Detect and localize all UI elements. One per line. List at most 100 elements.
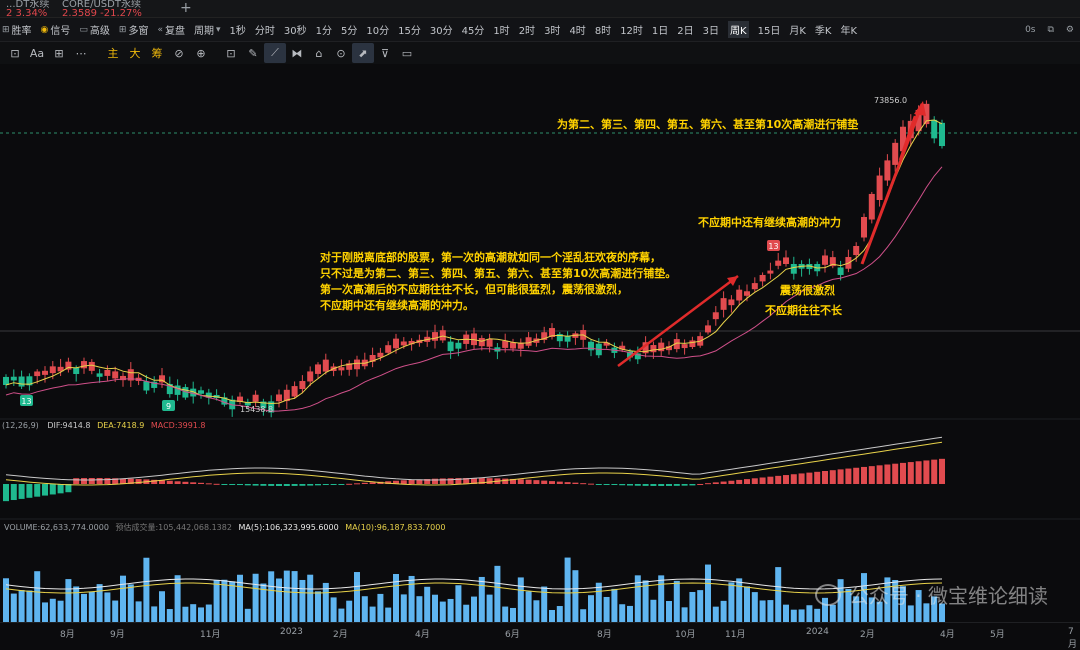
candle[interactable]: [751, 283, 758, 290]
multi-window-button[interactable]: ⊞ 多窗: [119, 22, 149, 38]
candle[interactable]: [112, 371, 119, 379]
period-30s[interactable]: 30秒: [284, 22, 307, 37]
candle[interactable]: [385, 345, 392, 353]
candle[interactable]: [439, 330, 446, 341]
period-45m[interactable]: 45分: [462, 22, 485, 37]
candle[interactable]: [868, 193, 875, 220]
layers-icon[interactable]: ⊡: [220, 43, 242, 63]
rectangle-icon[interactable]: ▭: [396, 43, 418, 63]
period-4h[interactable]: 4时: [569, 22, 585, 37]
candle[interactable]: [10, 376, 17, 381]
candle[interactable]: [3, 376, 9, 385]
candle[interactable]: [315, 364, 321, 374]
magnet-icon[interactable]: ⊙: [330, 43, 352, 63]
candle[interactable]: [939, 122, 945, 147]
candle[interactable]: [432, 332, 438, 341]
period-3d[interactable]: 3日: [703, 22, 719, 37]
candle[interactable]: [96, 373, 103, 377]
fib-icon[interactable]: ⧓: [286, 43, 308, 63]
candle[interactable]: [783, 257, 789, 264]
period-15m[interactable]: 15分: [398, 22, 421, 37]
period-weekly[interactable]: 周K: [728, 21, 749, 38]
candle[interactable]: [502, 340, 509, 348]
period-1m[interactable]: 1分: [316, 22, 332, 37]
candle[interactable]: [276, 394, 282, 402]
candle[interactable]: [837, 267, 844, 275]
period-yearly[interactable]: 年K: [840, 22, 857, 37]
tab-current-symbol[interactable]: ...DT永续 2 3.34%: [0, 0, 55, 19]
window-icon[interactable]: ⧉: [1047, 25, 1053, 35]
period-2h[interactable]: 2时: [519, 22, 535, 37]
period-3h[interactable]: 3时: [544, 22, 560, 37]
replay-button[interactable]: «复盘: [157, 22, 185, 38]
candle[interactable]: [81, 361, 87, 369]
period-5m[interactable]: 5分: [341, 22, 357, 37]
candle[interactable]: [767, 270, 774, 274]
cycle-icon[interactable]: ⊘: [168, 43, 190, 63]
period-30m[interactable]: 30分: [430, 22, 453, 37]
advanced-button[interactable]: ▭ 高级: [79, 22, 110, 38]
period-monthly[interactable]: 月K: [789, 22, 806, 37]
period-2d[interactable]: 2日: [677, 22, 693, 37]
candle[interactable]: [681, 344, 688, 349]
text-tool-icon[interactable]: Aa: [26, 43, 48, 63]
lock-icon[interactable]: ⌂: [308, 43, 330, 63]
candle[interactable]: [790, 264, 797, 274]
pencil-icon[interactable]: ✎: [242, 43, 264, 63]
candle[interactable]: [650, 345, 657, 353]
candle[interactable]: [853, 245, 860, 256]
candle[interactable]: [42, 370, 48, 375]
add-indicator-icon[interactable]: ⊞: [48, 43, 70, 63]
candle[interactable]: [73, 367, 80, 375]
add-tab-button[interactable]: +: [174, 0, 198, 18]
candle[interactable]: [18, 376, 25, 387]
candle[interactable]: [198, 390, 204, 394]
candle[interactable]: [736, 289, 743, 301]
settings-icon[interactable]: ⚙: [1066, 25, 1074, 35]
candle[interactable]: [712, 312, 719, 320]
candle[interactable]: [759, 274, 766, 282]
period-menu[interactable]: 周期 ▾: [194, 22, 221, 38]
candle[interactable]: [400, 341, 407, 346]
candle[interactable]: [34, 371, 41, 377]
main-force-button[interactable]: 主: [102, 43, 124, 63]
candle[interactable]: [861, 217, 867, 238]
candle[interactable]: [104, 369, 111, 376]
win-rate-button[interactable]: ⊞ 胜率: [2, 22, 32, 38]
candle[interactable]: [892, 142, 899, 165]
candle[interactable]: [354, 359, 360, 370]
candle[interactable]: [478, 338, 485, 347]
candle[interactable]: [291, 386, 298, 397]
signal-button[interactable]: ◉ 信号: [41, 22, 71, 38]
filter-icon[interactable]: ⊽: [374, 43, 396, 63]
candle[interactable]: [49, 366, 56, 374]
kline-chart[interactable]: 13 9 13 73856.0 15438.8: [0, 64, 1080, 622]
trendline-icon[interactable]: ⟋: [264, 43, 286, 63]
candle[interactable]: [307, 371, 314, 382]
candle[interactable]: [705, 325, 711, 333]
period-quarterly[interactable]: 季K: [815, 22, 832, 37]
period-10m[interactable]: 10分: [366, 22, 389, 37]
crosshair-icon[interactable]: ⊕: [190, 43, 212, 63]
candle[interactable]: [744, 291, 750, 296]
more-icon[interactable]: ⋯: [70, 43, 92, 63]
big-order-button[interactable]: 大: [124, 43, 146, 63]
candle[interactable]: [252, 394, 259, 402]
candle[interactable]: [822, 255, 828, 265]
candle[interactable]: [876, 175, 883, 200]
candle[interactable]: [174, 385, 181, 395]
period-12h[interactable]: 12时: [620, 22, 643, 37]
candle[interactable]: [455, 342, 462, 349]
candle[interactable]: [447, 341, 454, 352]
chips-button[interactable]: 筹: [146, 43, 168, 63]
screenshot-icon[interactable]: ⊡: [4, 43, 26, 63]
candle[interactable]: [322, 359, 329, 372]
candle[interactable]: [931, 119, 938, 139]
candle[interactable]: [299, 381, 306, 390]
candle[interactable]: [393, 338, 399, 349]
candle[interactable]: [486, 338, 493, 347]
period-1h[interactable]: 1时: [493, 22, 509, 37]
period-1d[interactable]: 1日: [652, 22, 668, 37]
candle[interactable]: [728, 299, 735, 306]
period-8h[interactable]: 8时: [595, 22, 611, 37]
